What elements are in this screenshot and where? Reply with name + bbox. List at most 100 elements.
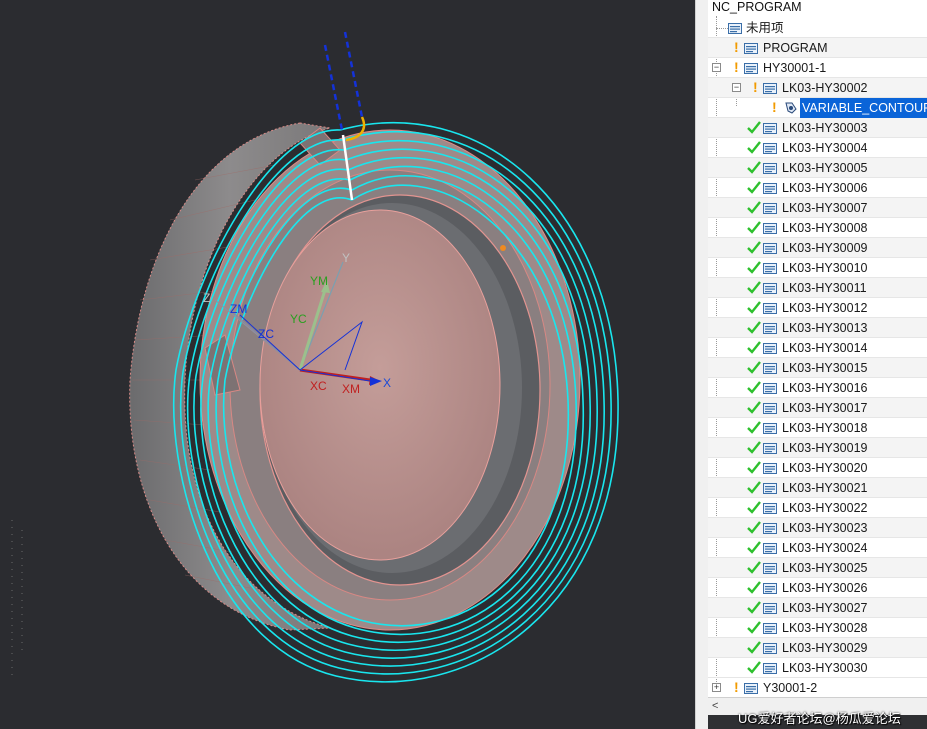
program-folder-icon <box>763 142 777 154</box>
node-group-2[interactable]: +! Y30001-2 <box>708 678 927 698</box>
node-item[interactable]: LK03-HY30015 <box>708 358 927 378</box>
node-item[interactable]: LK03-HY30012 <box>708 298 927 318</box>
scroll-left-icon[interactable]: < <box>712 700 718 712</box>
collapse-toggle-icon[interactable]: − <box>732 83 741 92</box>
node-item[interactable]: LK03-HY30026 <box>708 578 927 598</box>
z-axis-label: Z <box>203 291 210 305</box>
status-complete-icon <box>746 319 762 335</box>
xm-axis-label: XM <box>342 382 360 396</box>
status-regenerate-icon: ! <box>753 79 758 95</box>
program-folder-icon <box>763 162 777 174</box>
zm-axis-label: ZM <box>230 302 247 316</box>
node-group-1-label: HY30001-1 <box>763 61 827 75</box>
node-unused-label: 未用项 <box>746 21 784 35</box>
program-folder-icon <box>763 442 777 454</box>
node-item-label: LK03-HY30027 <box>782 601 868 615</box>
node-item[interactable]: LK03-HY30003 <box>708 118 927 138</box>
node-operation[interactable]: ! VARIABLE_CONTOUR <box>708 98 927 118</box>
status-complete-icon <box>746 559 762 575</box>
node-item-label: LK03-HY30009 <box>782 241 868 255</box>
root-node-label: NC_PROGRAM <box>712 0 802 14</box>
status-complete-icon <box>746 119 762 135</box>
node-sub-group-label: LK03-HY30002 <box>782 81 868 95</box>
status-complete-icon <box>746 139 762 155</box>
status-complete-icon <box>746 639 762 655</box>
program-folder-icon <box>763 462 777 474</box>
status-complete-icon <box>746 479 762 495</box>
node-item[interactable]: LK03-HY30008 <box>708 218 927 238</box>
node-sub-group[interactable]: −! LK03-HY30002 <box>708 78 927 98</box>
node-item[interactable]: LK03-HY30017 <box>708 398 927 418</box>
program-folder-icon <box>763 262 777 274</box>
operation-navigator[interactable]: NC_PROGRAM 未用项! PROGRAM −! HY30001-1 −! LK03-… <box>708 0 927 729</box>
node-item[interactable]: LK03-HY30014 <box>708 338 927 358</box>
panel-splitter[interactable] <box>695 0 708 729</box>
status-complete-icon <box>746 279 762 295</box>
node-item-label: LK03-HY30013 <box>782 321 868 335</box>
node-item-label: LK03-HY30030 <box>782 661 868 675</box>
node-group-1[interactable]: −! HY30001-1 <box>708 58 927 78</box>
ym-axis-label: YM <box>310 274 328 288</box>
node-item[interactable]: LK03-HY30020 <box>708 458 927 478</box>
node-unused[interactable]: 未用项 <box>708 18 927 38</box>
node-item[interactable]: LK03-HY30010 <box>708 258 927 278</box>
node-item-label: LK03-HY30016 <box>782 381 868 395</box>
status-complete-icon <box>746 359 762 375</box>
program-folder-icon <box>763 282 777 294</box>
node-item[interactable]: LK03-HY30005 <box>708 158 927 178</box>
node-item[interactable]: LK03-HY30018 <box>708 418 927 438</box>
program-folder-icon <box>763 582 777 594</box>
node-group-2-label: Y30001-2 <box>763 681 818 695</box>
program-folder-icon <box>763 562 777 574</box>
node-item[interactable]: LK03-HY30030 <box>708 658 927 678</box>
status-complete-icon <box>746 439 762 455</box>
node-item[interactable]: LK03-HY30016 <box>708 378 927 398</box>
node-operation-label: VARIABLE_CONTOUR <box>800 98 927 118</box>
node-item[interactable]: LK03-HY30022 <box>708 498 927 518</box>
graphics-viewport[interactable]: X Y Z XM YM ZM XC YC ZC <box>0 0 695 729</box>
node-item[interactable]: LK03-HY30028 <box>708 618 927 638</box>
node-program[interactable]: ! PROGRAM <box>708 38 927 58</box>
status-complete-icon <box>746 459 762 475</box>
node-item[interactable]: LK03-HY30029 <box>708 638 927 658</box>
forum-watermark: UG爱好者论坛@杨瓜爱论坛 <box>738 711 901 726</box>
status-complete-icon <box>746 519 762 535</box>
node-item-label: LK03-HY30004 <box>782 141 868 155</box>
node-item[interactable]: LK03-HY30021 <box>708 478 927 498</box>
collapse-toggle-icon[interactable]: − <box>712 63 721 72</box>
start-point-marker <box>500 245 506 251</box>
node-item-label: LK03-HY30021 <box>782 481 868 495</box>
node-item[interactable]: LK03-HY30019 <box>708 438 927 458</box>
program-folder-icon <box>763 182 777 194</box>
node-item-label: LK03-HY30020 <box>782 461 868 475</box>
node-item[interactable]: LK03-HY30007 <box>708 198 927 218</box>
status-complete-icon <box>746 379 762 395</box>
status-complete-icon <box>746 539 762 555</box>
status-complete-icon <box>746 619 762 635</box>
node-item[interactable]: LK03-HY30027 <box>708 598 927 618</box>
status-regenerate-icon: ! <box>734 39 739 55</box>
node-item[interactable]: LK03-HY30009 <box>708 238 927 258</box>
program-folder-icon <box>744 42 758 54</box>
node-item-label: LK03-HY30012 <box>782 301 868 315</box>
node-item-label: LK03-HY30026 <box>782 581 868 595</box>
node-item[interactable]: LK03-HY30013 <box>708 318 927 338</box>
program-folder-icon <box>763 242 777 254</box>
status-complete-icon <box>746 399 762 415</box>
node-item[interactable]: LK03-HY30023 <box>708 518 927 538</box>
program-folder-icon <box>763 522 777 534</box>
node-item-label: LK03-HY30006 <box>782 181 868 195</box>
program-folder-icon <box>763 382 777 394</box>
node-item[interactable]: LK03-HY30025 <box>708 558 927 578</box>
status-complete-icon <box>746 339 762 355</box>
node-item[interactable]: LK03-HY30024 <box>708 538 927 558</box>
node-item[interactable]: LK03-HY30011 <box>708 278 927 298</box>
node-item-label: LK03-HY30008 <box>782 221 868 235</box>
node-item[interactable]: LK03-HY30006 <box>708 178 927 198</box>
node-item-label: LK03-HY30022 <box>782 501 868 515</box>
program-folder-icon <box>763 202 777 214</box>
node-item[interactable]: LK03-HY30004 <box>708 138 927 158</box>
expand-toggle-icon[interactable]: + <box>712 683 721 692</box>
yc-axis-label: YC <box>290 312 307 326</box>
node-item-label: LK03-HY30007 <box>782 201 868 215</box>
